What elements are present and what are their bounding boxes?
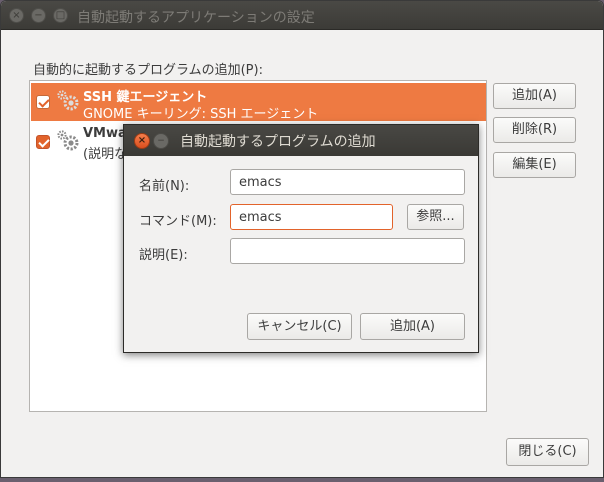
dialog-add-button[interactable]: 追加(A)	[360, 313, 465, 340]
item-name: VMwa	[83, 126, 127, 141]
gears-icon	[57, 90, 79, 111]
window-maximize-button[interactable]: □	[53, 8, 68, 23]
remove-button[interactable]: 削除(R)	[493, 117, 576, 143]
section-label: 自動的に起動するプログラムの追加(P):	[33, 63, 263, 78]
close-button[interactable]: 閉じる(C)	[506, 438, 589, 466]
list-item-ssh-agent[interactable]: SSH 鍵エージェント GNOME キーリング: SSH エージェント	[31, 83, 486, 122]
name-label: 名前(N):	[139, 179, 190, 194]
add-program-dialog: × − 自動起動するプログラムの追加 名前(N): コマンド(M): 参照...…	[123, 124, 479, 353]
window-minimize-button[interactable]: −	[31, 8, 46, 23]
add-button[interactable]: 追加(A)	[493, 83, 576, 109]
item-description: GNOME キーリング: SSH エージェント	[83, 107, 319, 122]
description-label: 説明(E):	[139, 248, 188, 263]
command-field[interactable]	[230, 204, 393, 230]
dialog-minimize-button[interactable]: −	[153, 133, 169, 149]
dialog-title: 自動起動するプログラムの追加	[180, 134, 376, 150]
dialog-titlebar: × − 自動起動するプログラムの追加	[124, 125, 478, 156]
edit-button[interactable]: 編集(E)	[493, 152, 576, 178]
enabled-checkbox[interactable]	[36, 135, 50, 149]
name-field[interactable]	[230, 169, 465, 195]
window-titlebar: × − □ 自動起動するアプリケーションの設定	[1, 1, 603, 30]
item-description: (説明な	[83, 147, 128, 162]
cancel-button[interactable]: キャンセル(C)	[247, 313, 352, 340]
command-label: コマンド(M):	[139, 214, 217, 229]
enabled-checkbox[interactable]	[36, 95, 50, 109]
gears-icon	[57, 130, 79, 151]
browse-button[interactable]: 参照...	[407, 204, 464, 230]
description-field[interactable]	[230, 238, 465, 264]
window-title: 自動起動するアプリケーションの設定	[77, 10, 315, 26]
window-close-button[interactable]: ×	[9, 8, 24, 23]
dialog-close-button[interactable]: ×	[134, 133, 150, 149]
